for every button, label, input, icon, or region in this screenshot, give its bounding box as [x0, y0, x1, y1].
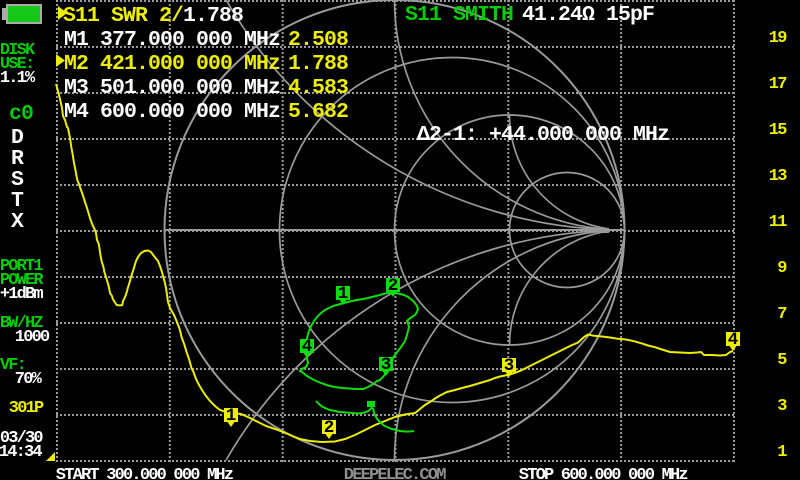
svg-text:1: 1	[338, 284, 349, 304]
svg-text:4: 4	[728, 330, 739, 350]
svg-text:2: 2	[388, 276, 399, 296]
svg-text:2: 2	[324, 418, 335, 438]
svg-text:1: 1	[226, 406, 237, 426]
svg-text:4: 4	[302, 337, 313, 357]
svg-text:3: 3	[504, 356, 515, 376]
svg-text:3: 3	[381, 355, 392, 375]
